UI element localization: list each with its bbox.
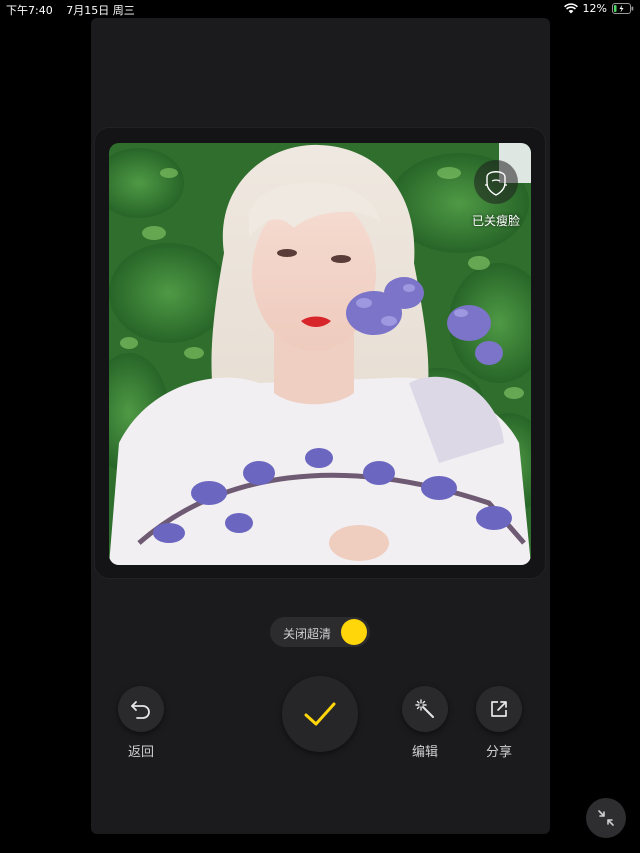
back-label: 返回: [127, 745, 154, 760]
battery-percent: 12%: [582, 2, 607, 15]
status-right: 12%: [563, 2, 634, 15]
slim-face-button[interactable]: [474, 160, 518, 204]
app-root: 下午7:40 7月15日 周三 12% 已关瘦脸 关闭超清 返回 编辑 分享: [0, 0, 640, 853]
status-left: 下午7:40 7月15日 周三: [6, 2, 145, 18]
slim-face-toggle[interactable]: 已关瘦脸: [466, 160, 526, 232]
back-button[interactable]: [118, 686, 164, 732]
status-time: 下午7:40: [6, 4, 53, 17]
status-bar: 下午7:40 7月15日 周三 12%: [0, 0, 640, 18]
hd-toggle-knob[interactable]: [341, 619, 367, 645]
collapse-button[interactable]: [586, 798, 626, 838]
edit-label: 编辑: [411, 745, 438, 760]
hd-toggle[interactable]: 关闭超清: [270, 617, 370, 647]
magic-wand-icon: [415, 699, 434, 718]
share-label: 分享: [485, 745, 512, 760]
slim-face-label: 已关瘦脸: [471, 214, 520, 228]
checkmark-icon: [304, 702, 336, 726]
face-outline-icon: [485, 171, 507, 196]
collapse-arrows-icon: [598, 810, 614, 826]
share-icon: [491, 701, 507, 717]
wifi-icon: [563, 3, 578, 14]
undo-icon: [131, 701, 150, 719]
battery-icon: [612, 3, 634, 14]
confirm-button[interactable]: [282, 676, 358, 752]
share-button[interactable]: [476, 686, 522, 732]
status-date: 7月15日 周三: [66, 4, 135, 17]
edit-button[interactable]: [402, 686, 448, 732]
hd-toggle-label: 关闭超清: [283, 627, 332, 641]
